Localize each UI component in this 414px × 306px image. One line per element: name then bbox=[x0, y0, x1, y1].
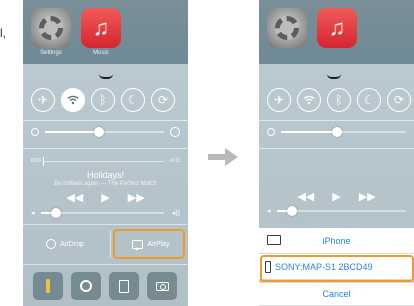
rotation-lock-icon[interactable]: ⟳ bbox=[151, 88, 175, 112]
brightness-thumb[interactable] bbox=[93, 127, 104, 137]
cancel-button[interactable]: Cancel bbox=[259, 282, 414, 306]
airdrop-button[interactable]: AirDrop bbox=[23, 226, 107, 262]
flashlight-icon[interactable] bbox=[33, 272, 63, 300]
app-settings[interactable]: Settings bbox=[31, 8, 71, 56]
timer-icon[interactable] bbox=[71, 272, 101, 300]
camera-icon[interactable] bbox=[147, 272, 177, 300]
previous-track-icon[interactable]: ◀◀ bbox=[297, 190, 314, 203]
control-center-panel: ✈ ᛒ ☾ ⟳ 0:00 -0:11 Holidays! Be brillian… bbox=[23, 64, 188, 306]
play-icon[interactable]: ▶ bbox=[332, 190, 340, 203]
scrubber-row: 0:00 -0:11 bbox=[31, 156, 180, 166]
brightness-slider[interactable] bbox=[31, 127, 180, 137]
divider bbox=[23, 224, 188, 225]
divider bbox=[23, 120, 188, 121]
speaker-low-icon: ◂ bbox=[31, 210, 35, 217]
divider bbox=[23, 148, 188, 149]
next-track-icon[interactable]: ▶▶ bbox=[359, 190, 376, 203]
playback-controls: ◀◀ ▶ ▶▶ bbox=[31, 191, 180, 204]
brightness-thumb[interactable] bbox=[332, 127, 343, 137]
arrow-right-icon bbox=[208, 148, 238, 166]
brightness-slider[interactable] bbox=[267, 127, 406, 137]
speaker-low-icon: ◂ bbox=[267, 208, 271, 215]
music-note-icon: ♫ bbox=[81, 8, 121, 48]
settings-gear-icon bbox=[267, 8, 307, 48]
play-icon[interactable]: ▶ bbox=[101, 191, 109, 204]
volume-track bbox=[277, 206, 406, 216]
brightness-fill bbox=[281, 131, 338, 133]
volume-slider[interactable]: ◂ ◂)) bbox=[31, 208, 180, 218]
brightness-track bbox=[281, 127, 406, 137]
airplane-icon[interactable]: ✈ bbox=[31, 88, 55, 112]
grabber-chevron-icon[interactable] bbox=[99, 74, 113, 79]
moon-icon[interactable]: ☾ bbox=[357, 88, 381, 112]
sun-small-icon bbox=[267, 128, 275, 136]
speaker-high-icon: ◂)) bbox=[171, 210, 180, 217]
stray-text: l, bbox=[0, 26, 6, 40]
volume-slider[interactable]: ◂ bbox=[267, 206, 406, 216]
volume-track bbox=[41, 208, 164, 218]
playback-controls: ◀◀ ▶ ▶▶ bbox=[267, 190, 406, 203]
volume-thumb[interactable] bbox=[50, 208, 61, 218]
airdrop-icon bbox=[46, 239, 57, 249]
phone-right-airplay-sheet: ♫ ✈ ᛒ ☾ ⟳ ◀◀ ▶ ▶▶ ◂ iPhone SONY:MAP-S1 2… bbox=[259, 0, 414, 306]
divider bbox=[259, 148, 414, 149]
airplay-option-iphone[interactable]: iPhone bbox=[259, 228, 414, 254]
scrubber-thumb[interactable] bbox=[43, 157, 44, 166]
phone-left-control-center: Settings ♫ Music ✈ ᛒ ☾ ⟳ 0:00 -0:11 Holi… bbox=[23, 0, 188, 306]
app-label-music: Music bbox=[93, 50, 109, 56]
airdrop-label: AirDrop bbox=[60, 240, 84, 248]
toggle-row: ✈ ᛒ ☾ ⟳ bbox=[31, 88, 175, 112]
rotation-lock-icon[interactable]: ⟳ bbox=[387, 88, 411, 112]
brightness-fill bbox=[45, 131, 99, 133]
calculator-icon[interactable] bbox=[109, 272, 139, 300]
home-screen-apps: Settings ♫ Music bbox=[31, 8, 121, 56]
next-track-icon[interactable]: ▶▶ bbox=[128, 191, 145, 204]
iphone-icon bbox=[267, 235, 281, 245]
sun-large-icon bbox=[170, 127, 180, 137]
remaining-time: -0:11 bbox=[168, 158, 180, 164]
airplane-icon[interactable]: ✈ bbox=[267, 88, 291, 112]
previous-track-icon[interactable]: ◀◀ bbox=[66, 191, 83, 204]
music-note-icon: ♫ bbox=[317, 8, 357, 48]
volume-thumb[interactable] bbox=[287, 206, 298, 216]
grabber-chevron-icon[interactable] bbox=[327, 74, 341, 79]
settings-gear-icon bbox=[31, 8, 71, 48]
scrubber-track[interactable] bbox=[43, 157, 164, 166]
song-subtitle: Be brilliant again — The Perfect Match bbox=[54, 181, 157, 187]
app-music[interactable]: ♫ bbox=[317, 8, 357, 48]
wifi-icon[interactable] bbox=[297, 88, 321, 112]
elapsed-time: 0:00 bbox=[31, 158, 41, 164]
share-divider bbox=[110, 230, 111, 258]
brightness-track bbox=[45, 127, 164, 137]
music-controls: 0:00 -0:11 Holidays! Be brilliant again … bbox=[31, 156, 180, 222]
divider bbox=[259, 120, 414, 121]
divider bbox=[23, 264, 188, 265]
airplay-highlight-box bbox=[113, 229, 185, 259]
toggle-row: ✈ ᛒ ☾ ⟳ bbox=[267, 88, 411, 112]
bluetooth-icon[interactable]: ᛒ bbox=[91, 88, 115, 112]
airplay-option-label: iPhone bbox=[322, 235, 351, 246]
quick-launch-row bbox=[33, 272, 180, 300]
home-screen-apps: ♫ bbox=[267, 8, 357, 48]
song-title: Holidays! bbox=[86, 170, 124, 180]
app-music[interactable]: ♫ Music bbox=[81, 8, 121, 56]
bluetooth-icon[interactable]: ᛒ bbox=[327, 88, 351, 112]
sony-highlight-box bbox=[260, 255, 414, 282]
app-settings[interactable] bbox=[267, 8, 307, 48]
moon-icon[interactable]: ☾ bbox=[121, 88, 145, 112]
wifi-icon[interactable] bbox=[61, 88, 85, 112]
app-label-settings: Settings bbox=[40, 50, 62, 56]
sun-small-icon bbox=[31, 128, 39, 136]
